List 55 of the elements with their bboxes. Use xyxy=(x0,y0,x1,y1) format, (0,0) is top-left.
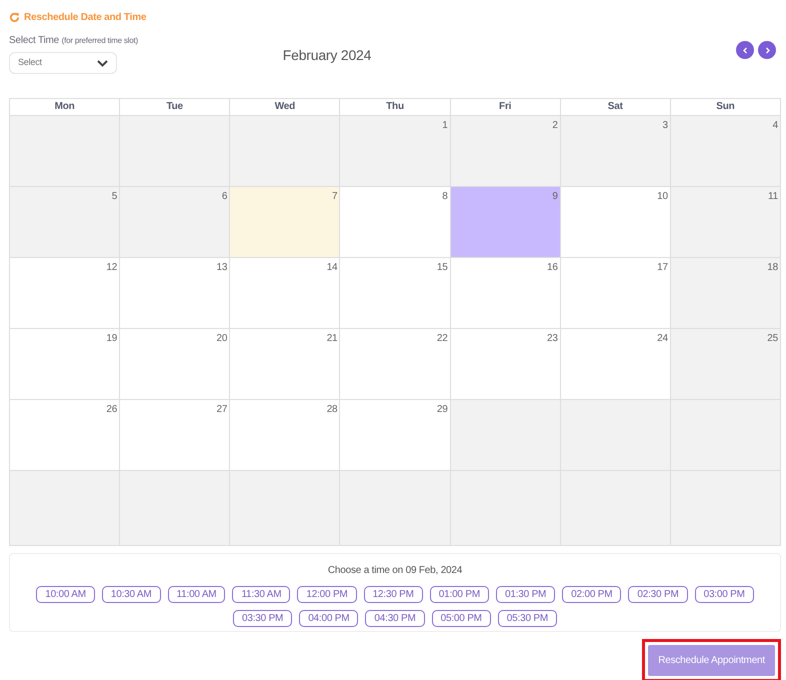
day-cell[interactable]: 28 xyxy=(230,400,340,471)
time-slot-button[interactable]: 03:30 PM xyxy=(232,610,292,627)
time-slot-button[interactable]: 01:30 PM xyxy=(496,586,556,603)
day-cell[interactable]: 17 xyxy=(560,258,671,329)
day-cell[interactable]: 12 xyxy=(10,258,120,329)
day-cell[interactable]: 6 xyxy=(120,187,230,258)
time-slot-button[interactable]: 01:00 PM xyxy=(430,586,489,603)
day-cell[interactable]: 9 xyxy=(450,187,561,258)
time-slot-button[interactable]: 02:00 PM xyxy=(562,586,622,603)
section-title: Reschedule Date and Time xyxy=(24,11,146,25)
time-select[interactable]: Select xyxy=(9,52,117,74)
previous-month-button[interactable] xyxy=(736,41,754,59)
refresh-icon xyxy=(9,12,20,23)
chevron-down-icon xyxy=(97,60,108,66)
day-cell[interactable]: 27 xyxy=(120,400,230,471)
day-cell[interactable]: 26 xyxy=(10,400,120,471)
day-cell[interactable]: 15 xyxy=(340,258,451,329)
day-cell[interactable]: 20 xyxy=(120,329,230,400)
day-cell[interactable]: 3 xyxy=(560,116,671,187)
day-cell[interactable]: 11 xyxy=(670,187,781,258)
day-cell[interactable]: 2 xyxy=(450,116,561,187)
time-slot-button[interactable]: 04:30 PM xyxy=(365,610,425,627)
day-cell[interactable]: 7 xyxy=(230,187,340,258)
day-cell[interactable]: 22 xyxy=(340,329,451,400)
next-month-button[interactable] xyxy=(758,41,776,59)
time-slot-button[interactable]: 12:30 PM xyxy=(364,586,423,603)
day-cell[interactable]: 4 xyxy=(670,116,781,187)
slots-heading: Choose a time on 09 Feb, 2024 xyxy=(326,564,464,578)
time-slot-button[interactable]: 12:00 PM xyxy=(297,586,357,603)
day-cell[interactable]: 18 xyxy=(670,258,781,329)
chevron-left-icon xyxy=(740,46,750,54)
month-title: February 2024 xyxy=(282,47,372,63)
day-cell[interactable]: 5 xyxy=(10,187,120,258)
time-slot-button[interactable]: 04:00 PM xyxy=(299,610,358,627)
day-cell[interactable]: 23 xyxy=(450,329,561,400)
day-cell[interactable]: 29 xyxy=(340,400,451,471)
day-cell[interactable]: 1 xyxy=(340,116,451,187)
day-cell[interactable]: 25 xyxy=(670,329,781,400)
time-slot-button[interactable]: 02:30 PM xyxy=(628,586,688,603)
day-cell[interactable]: 14 xyxy=(230,258,340,329)
field-label: Select Time (for preferred time slot) xyxy=(9,34,138,48)
day-cell[interactable]: 21 xyxy=(230,329,340,400)
day-cell[interactable]: 19 xyxy=(10,329,120,400)
time-slot-button[interactable]: 05:30 PM xyxy=(498,610,557,627)
time-slot-button[interactable]: 11:30 AM xyxy=(232,586,290,603)
day-cell[interactable]: 8 xyxy=(340,187,451,258)
time-slot-button[interactable]: 03:00 PM xyxy=(694,586,754,603)
day-cell[interactable]: 24 xyxy=(560,329,671,400)
day-cell[interactable]: 16 xyxy=(450,258,561,329)
time-slot-button[interactable]: 11:00 AM xyxy=(168,586,226,603)
day-cell[interactable]: 13 xyxy=(120,258,230,329)
day-cell[interactable]: 10 xyxy=(560,187,671,258)
time-slot-button[interactable]: 10:30 AM xyxy=(102,586,161,603)
time-slot-button[interactable]: 05:00 PM xyxy=(432,610,491,627)
time-slot-button[interactable]: 10:00 AM xyxy=(36,586,95,603)
